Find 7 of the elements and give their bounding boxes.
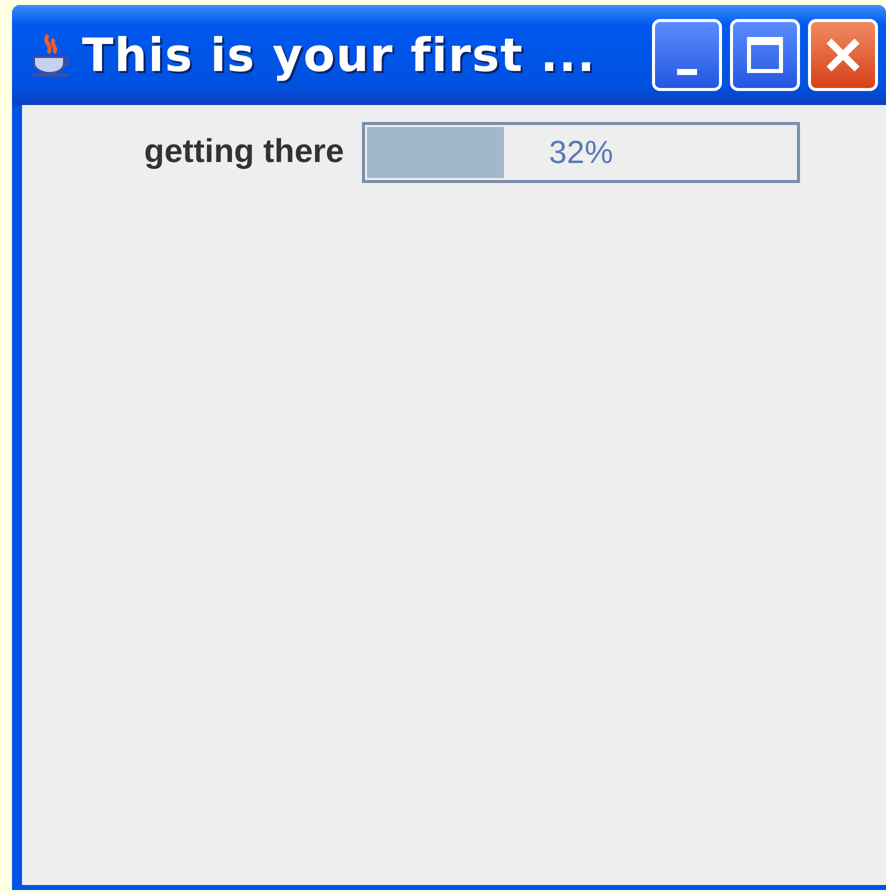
progress-reading: 32% xyxy=(548,133,614,172)
progress-label: getting there xyxy=(143,132,344,170)
close-button[interactable] xyxy=(808,19,878,91)
window-title: This is your first ... xyxy=(82,28,597,82)
maximize-button[interactable] xyxy=(730,19,800,91)
minimize-icon xyxy=(677,69,697,75)
minimize-button[interactable] xyxy=(652,19,722,91)
